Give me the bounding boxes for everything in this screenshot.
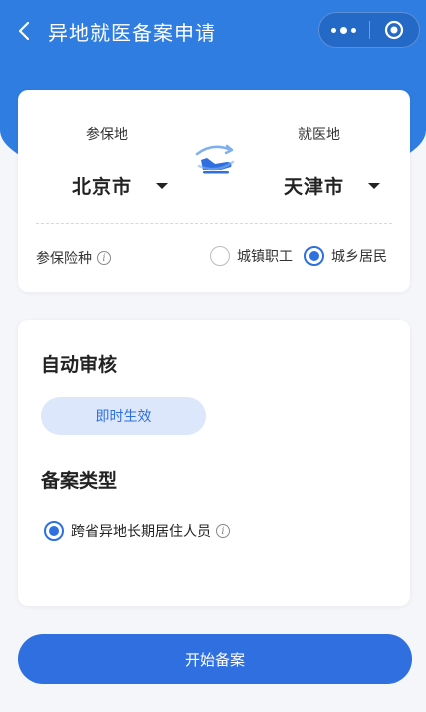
more-icon-dot: [331, 27, 337, 33]
medical-city-name: 天津市: [284, 176, 345, 198]
more-icon-dot: [340, 26, 348, 34]
filing-type-title: 备案类型: [41, 470, 118, 492]
medical-location-label: 就医地: [298, 127, 340, 143]
swap-plane-icon[interactable]: [193, 140, 237, 176]
dropdown-caret-icon: [368, 182, 381, 189]
back-icon: [18, 21, 30, 41]
mini-program-capsule: [318, 12, 420, 48]
medical-city-selector[interactable]: 天津市: [284, 172, 381, 199]
dropdown-caret-icon: [156, 182, 169, 189]
filing-type-option[interactable]: 跨省异地长期居住人员 i: [44, 521, 230, 541]
radio-urban-rural-resident[interactable]: 城乡居民: [304, 246, 387, 266]
close-button[interactable]: [369, 13, 419, 47]
radio-urban-employee[interactable]: 城镇职工: [210, 246, 293, 266]
info-icon[interactable]: i: [97, 251, 111, 265]
more-button[interactable]: [319, 13, 369, 47]
radio-checked-icon: [44, 521, 64, 541]
insured-city-name: 北京市: [72, 176, 133, 198]
page-title: 异地就医备案申请: [48, 20, 216, 45]
target-icon: [385, 20, 404, 40]
auto-review-title: 自动审核: [41, 354, 118, 376]
insurance-type-text: 参保险种: [36, 251, 92, 267]
radio-label: 城镇职工: [237, 249, 293, 265]
location-card: 参保地 就医地 北京市 天津市 参保险种 i 城镇职工 城乡居民: [18, 90, 410, 292]
nav-bar: 异地就医备案申请: [0, 0, 426, 62]
info-icon[interactable]: i: [216, 524, 230, 538]
instant-effect-badge: 即时生效: [41, 397, 206, 435]
start-filing-button[interactable]: 开始备案: [18, 634, 412, 684]
insured-location-label: 参保地: [86, 127, 128, 143]
dashed-divider: [36, 223, 392, 224]
radio-checked-icon: [304, 246, 324, 266]
radio-unchecked-icon: [210, 246, 230, 266]
back-button[interactable]: [14, 21, 34, 41]
more-icon-dot: [351, 27, 357, 33]
insurance-type-label: 参保险种 i: [36, 248, 111, 268]
filing-type-label: 跨省异地长期居住人员: [71, 524, 211, 540]
radio-label: 城乡居民: [331, 249, 387, 265]
review-card: 自动审核 即时生效 备案类型 跨省异地长期居住人员 i: [18, 320, 410, 606]
insured-city-selector[interactable]: 北京市: [72, 172, 169, 199]
